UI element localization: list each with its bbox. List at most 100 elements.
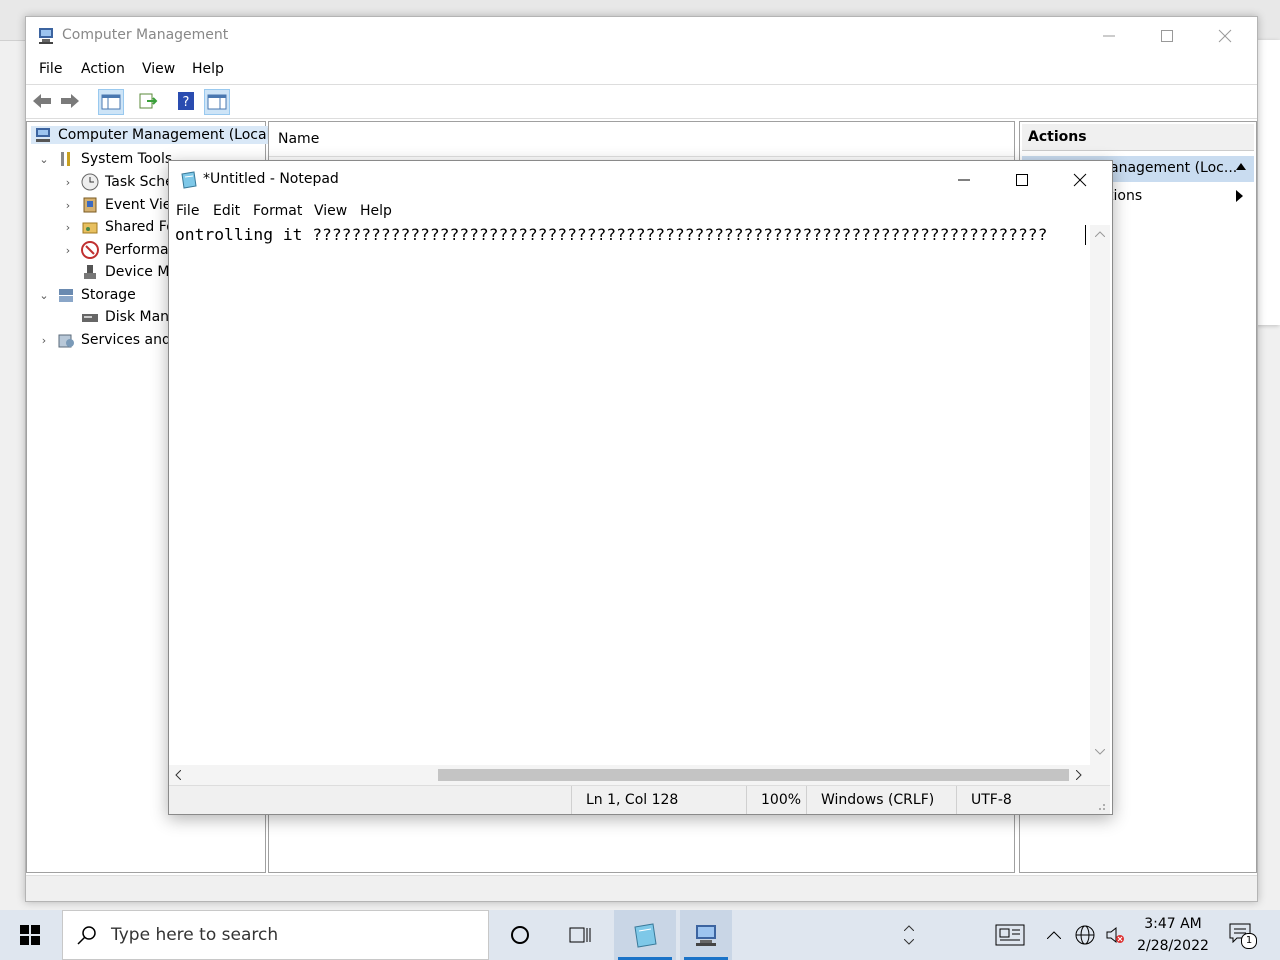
- tree-item-label: Task Sche: [105, 174, 174, 190]
- tools-icon: [57, 150, 75, 168]
- show-hidden-icons-chevron-icon[interactable]: [1043, 910, 1065, 960]
- disk-icon: [81, 308, 99, 326]
- tree-item-disk-management[interactable]: Disk Mana: [81, 308, 178, 326]
- tree-item-system-tools[interactable]: ⌄ System Tools: [37, 150, 172, 168]
- cm-menu-view[interactable]: View: [142, 61, 175, 77]
- export-list-icon[interactable]: [136, 89, 160, 113]
- taskbar-search-box[interactable]: Type here to search: [62, 910, 489, 960]
- cm-menu-action[interactable]: Action: [81, 61, 125, 77]
- volume-muted-icon[interactable]: [1102, 910, 1128, 960]
- cm-window-title: Computer Management: [62, 27, 229, 43]
- status-zoom: 100%: [746, 786, 807, 814]
- computer-management-icon: [36, 26, 56, 46]
- cm-menu-file[interactable]: File: [39, 61, 62, 77]
- collapse-up-icon[interactable]: [1236, 162, 1246, 170]
- task-view-button[interactable]: [552, 910, 608, 960]
- chevron-down-icon[interactable]: ⌄: [37, 153, 51, 166]
- back-arrow-icon[interactable]: [30, 89, 54, 113]
- status-encoding-text: UTF-8: [971, 792, 1012, 808]
- notepad-menu-bar: File Edit Format View Help: [169, 199, 1112, 225]
- notepad-status-bar: Ln 1, Col 128 100% Windows (CRLF) UTF-8: [169, 785, 1110, 814]
- results-column-header[interactable]: Name: [269, 122, 1014, 157]
- notepad-text-area[interactable]: ontrolling it ??????????????????????????…: [169, 225, 1090, 765]
- notepad-menu-edit[interactable]: Edit: [213, 203, 240, 219]
- cm-minimize-button[interactable]: [1080, 17, 1138, 55]
- chevron-right-icon[interactable]: ›: [61, 199, 75, 212]
- device-manager-icon: [81, 263, 99, 281]
- tree-item-services-and-applications[interactable]: › Services and A: [37, 331, 185, 349]
- submenu-arrow-icon[interactable]: [1236, 190, 1244, 202]
- tree-item-event-viewer[interactable]: › Event Viev: [61, 196, 180, 214]
- scrollbar-corner: [1090, 765, 1110, 785]
- taskbar-computer-management-button[interactable]: [680, 910, 732, 960]
- tree-item-computer-management-local[interactable]: Computer Management (Local): [31, 126, 279, 144]
- notepad-menu-format[interactable]: Format: [253, 203, 302, 219]
- chevron-down-icon[interactable]: ⌄: [37, 289, 51, 302]
- show-hide-console-tree-icon[interactable]: [98, 89, 124, 115]
- svg-text:?: ?: [183, 95, 190, 110]
- scroll-down-arrow-icon[interactable]: [1095, 749, 1105, 755]
- notepad-text-content: ontrolling it ??????????????????????????…: [175, 225, 1048, 244]
- tree-item-task-scheduler[interactable]: › Task Sche: [61, 173, 174, 191]
- show-hide-action-pane-icon[interactable]: [204, 89, 230, 115]
- notification-center-button[interactable]: 1: [1222, 910, 1262, 960]
- tree-item-performance[interactable]: › Performar: [61, 241, 174, 259]
- actions-item-label: anagement (Loc...: [1110, 160, 1238, 176]
- cortana-button[interactable]: [492, 910, 548, 960]
- notepad-close-button[interactable]: [1051, 161, 1109, 199]
- background-window-edge: [1256, 40, 1280, 325]
- help-icon[interactable]: ?: [174, 89, 198, 113]
- computer-management-icon: [692, 921, 720, 949]
- chevron-right-icon[interactable]: ›: [61, 176, 75, 189]
- notepad-horizontal-scrollbar[interactable]: [169, 765, 1090, 785]
- scroll-up-arrow-icon[interactable]: [1095, 231, 1105, 237]
- tree-item-label: Performar: [105, 242, 175, 258]
- cm-status-bar: [26, 875, 1257, 901]
- tree-item-device-manager[interactable]: Device Ma: [81, 263, 178, 281]
- taskbar-clock[interactable]: 3:47 AM 2/28/2022: [1128, 910, 1218, 960]
- performance-icon: [81, 241, 99, 259]
- notepad-window: *Untitled - Notepad File Edit Format Vie…: [168, 160, 1113, 815]
- cm-menu-help[interactable]: Help: [192, 61, 224, 77]
- tree-item-label: Shared Fo: [105, 219, 175, 235]
- search-icon: [77, 925, 97, 945]
- chevron-right-icon[interactable]: ›: [37, 334, 51, 347]
- search-placeholder: Type here to search: [111, 925, 279, 945]
- task-view-icon: [568, 925, 592, 945]
- notepad-menu-file[interactable]: File: [176, 203, 199, 219]
- tree-item-label: Computer Management (Local): [58, 127, 276, 143]
- chevron-up-icon[interactable]: [904, 925, 914, 931]
- scroll-right-arrow-icon[interactable]: [1076, 770, 1082, 780]
- event-viewer-icon: [81, 196, 99, 214]
- cm-title-bar: Computer Management: [26, 17, 1257, 55]
- notepad-menu-help[interactable]: Help: [360, 203, 392, 219]
- horizontal-scroll-thumb[interactable]: [438, 769, 1069, 781]
- scroll-left-arrow-icon[interactable]: [175, 770, 181, 780]
- chevron-right-icon[interactable]: ›: [61, 244, 75, 257]
- news-widget-icon[interactable]: [990, 910, 1030, 960]
- cm-close-button[interactable]: [1196, 17, 1254, 55]
- status-zoom-text: 100%: [761, 792, 802, 808]
- taskbar-scroll-buttons[interactable]: [898, 910, 920, 960]
- chevron-down-icon[interactable]: [904, 939, 914, 945]
- forward-arrow-icon[interactable]: [58, 89, 82, 113]
- column-name-label: Name: [278, 131, 320, 147]
- taskbar: Type here to search 3:47 AM 2/28/2022 1: [0, 910, 1280, 960]
- network-globe-icon[interactable]: [1072, 910, 1098, 960]
- chevron-right-icon[interactable]: ›: [61, 221, 75, 234]
- notepad-minimize-button[interactable]: [935, 161, 993, 199]
- tree-item-storage[interactable]: ⌄ Storage: [37, 286, 135, 304]
- cm-toolbar: ?: [26, 84, 1257, 119]
- resize-grip-icon[interactable]: [1096, 801, 1106, 811]
- taskbar-notepad-button[interactable]: [614, 910, 676, 960]
- status-position-text: Ln 1, Col 128: [586, 792, 679, 808]
- computer-management-icon: [34, 126, 52, 144]
- start-button[interactable]: [2, 910, 58, 960]
- services-icon: [57, 331, 75, 349]
- notepad-maximize-button[interactable]: [993, 161, 1051, 199]
- notepad-title-bar: *Untitled - Notepad: [169, 161, 1112, 199]
- cm-maximize-button[interactable]: [1138, 17, 1196, 55]
- tree-item-shared-folders[interactable]: › Shared Fo: [61, 218, 175, 236]
- notepad-vertical-scrollbar[interactable]: [1090, 225, 1110, 765]
- notepad-menu-view[interactable]: View: [314, 203, 347, 219]
